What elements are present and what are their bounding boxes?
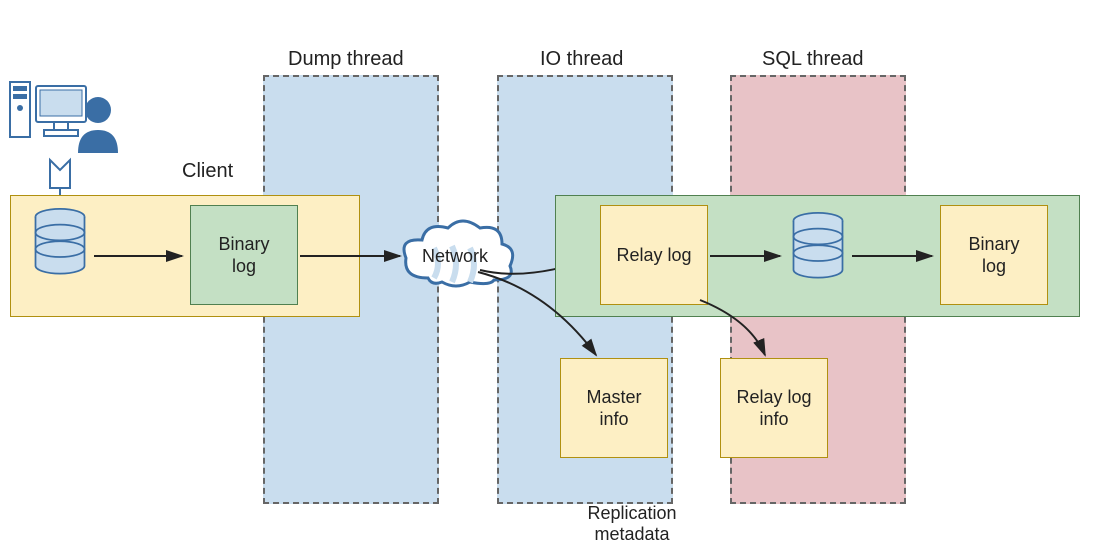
relay-log-label: Relay log [616, 244, 691, 267]
master-info: Master info [560, 358, 668, 458]
binary-log-slave: Binary log [940, 205, 1048, 305]
binary-log-slave-label: Binary log [968, 233, 1019, 278]
network-label: Network [422, 246, 488, 267]
binary-log-master-label: Binary log [218, 233, 269, 278]
relay-log-info-label: Relay log info [736, 386, 811, 431]
master-info-label: Master info [586, 386, 641, 431]
io-thread-label: IO thread [540, 48, 623, 71]
binary-log-master: Binary log [190, 205, 298, 305]
relay-log-info: Relay log info [720, 358, 828, 458]
sql-thread-label: SQL thread [762, 48, 864, 71]
master-database-icon [28, 208, 92, 278]
client-label: Client [182, 160, 233, 183]
slave-database-icon [786, 212, 850, 282]
relay-log: Relay log [600, 205, 708, 305]
dump-thread-label: Dump thread [288, 48, 404, 71]
replication-metadata-label: Replication metadata [572, 503, 692, 545]
diagram-root: { "threads": { "dump": "Dump thread", "i… [0, 0, 1101, 552]
client-icon [8, 78, 118, 173]
